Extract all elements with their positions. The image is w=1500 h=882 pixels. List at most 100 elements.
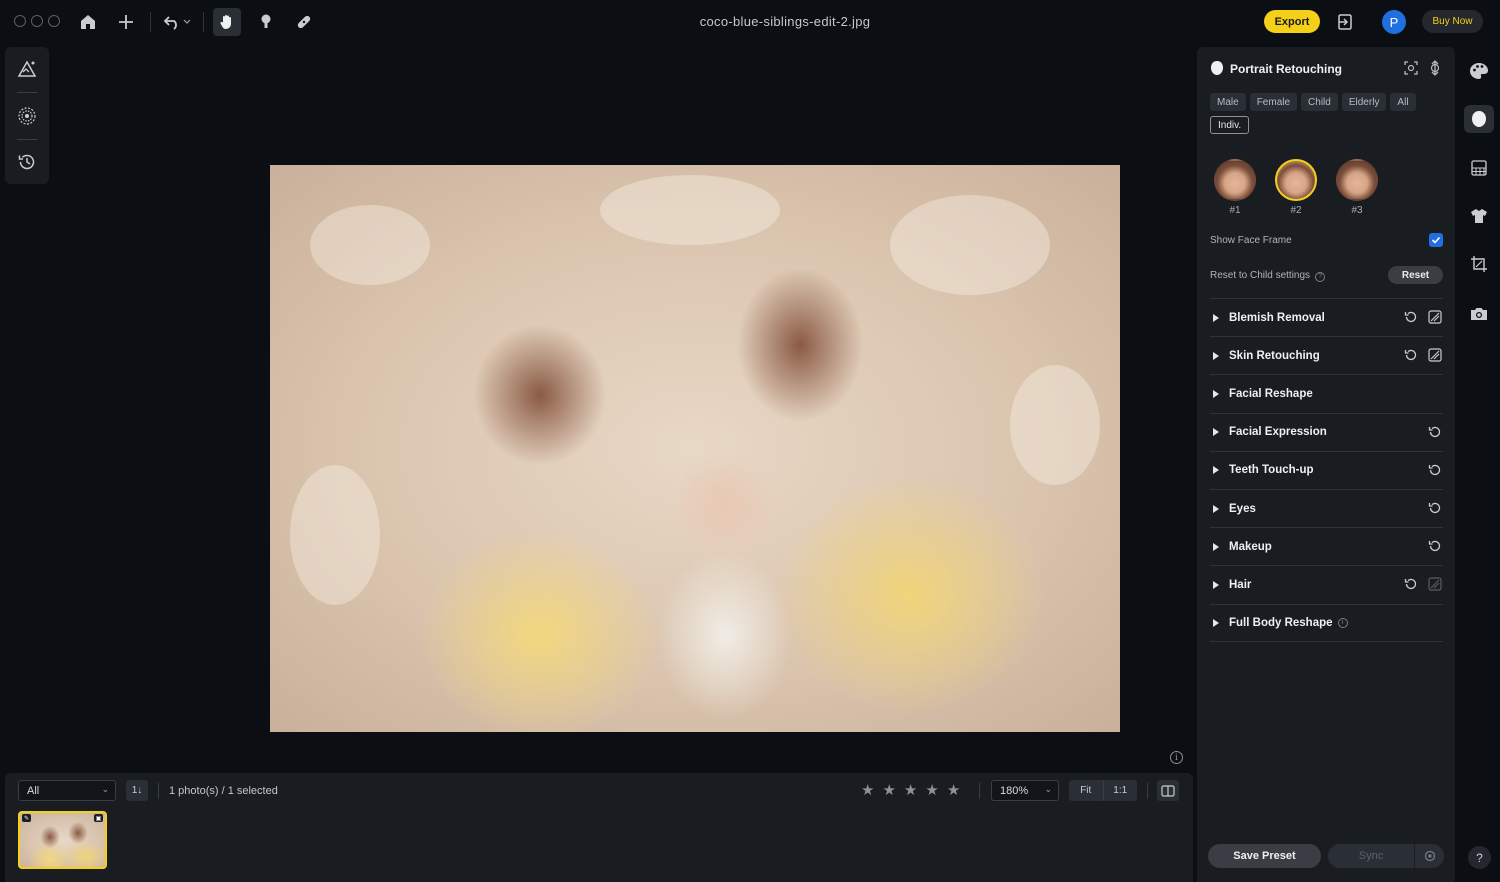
- minimize-window-button[interactable]: [31, 15, 43, 27]
- expand-triangle-icon: [1213, 313, 1219, 322]
- section-full-body-reshape[interactable]: Full Body Reshape i: [1210, 603, 1443, 642]
- texture-icon[interactable]: [16, 105, 38, 127]
- file-name-title: coco-blue-siblings-edit-2.jpg: [699, 14, 871, 29]
- section-skin-retouching[interactable]: Skin Retouching: [1210, 336, 1443, 374]
- section-label: Hair: [1229, 578, 1252, 591]
- face-detect-icon[interactable]: [1403, 60, 1419, 76]
- sync-button: Sync: [1358, 850, 1384, 862]
- adjust-icon[interactable]: [16, 58, 38, 80]
- history-icon[interactable]: [16, 151, 38, 173]
- show-face-frame-label: Show Face Frame: [1210, 235, 1292, 246]
- export-button[interactable]: Export: [1264, 10, 1320, 33]
- check-icon: [1431, 236, 1441, 244]
- section-label: Skin Retouching: [1229, 349, 1320, 362]
- shirt-icon[interactable]: [1467, 204, 1491, 228]
- face-thumbnail-2[interactable]: #2: [1275, 159, 1317, 216]
- bottom-divider: [158, 783, 159, 799]
- section-facial-reshape[interactable]: Facial Reshape: [1210, 374, 1443, 412]
- sync-settings-icon[interactable]: [1414, 844, 1444, 868]
- reset-button[interactable]: Reset: [1388, 266, 1443, 284]
- photo-canvas[interactable]: [270, 165, 1120, 732]
- chip-all[interactable]: All: [1390, 93, 1416, 111]
- face-thumbnail-1[interactable]: #1: [1214, 159, 1256, 216]
- add-icon[interactable]: [114, 10, 138, 34]
- bandage-icon[interactable]: [292, 10, 316, 34]
- help-circle-icon[interactable]: ?: [1315, 271, 1326, 282]
- reset-icon[interactable]: [1427, 424, 1443, 440]
- section-hair[interactable]: Hair: [1210, 565, 1443, 603]
- stamp-icon[interactable]: [254, 10, 278, 34]
- chip-individual[interactable]: Indiv.: [1210, 116, 1250, 134]
- one-to-one-button[interactable]: 1:1: [1102, 780, 1138, 801]
- grid-icon[interactable]: [1467, 156, 1491, 180]
- save-preset-button[interactable]: Save Preset: [1208, 844, 1321, 868]
- eraser-icon[interactable]: [1427, 309, 1443, 325]
- section-blemish-removal[interactable]: Blemish Removal: [1210, 298, 1443, 336]
- filmstrip-bar: All ⌄ 1↓ 1 photo(s) / 1 selected ★ ★ ★ ★…: [5, 773, 1193, 882]
- section-label: Blemish Removal: [1229, 311, 1325, 324]
- palette-icon[interactable]: [1467, 59, 1491, 83]
- bottom-divider: [1147, 783, 1148, 799]
- image-info-icon[interactable]: i: [1170, 751, 1183, 764]
- section-label: Makeup: [1229, 540, 1272, 553]
- rating-stars: ★ ★ ★ ★ ★: [861, 782, 960, 798]
- split-view-icon: [1161, 784, 1175, 797]
- photo-texture: [890, 195, 1050, 295]
- adjust-order-icon[interactable]: [1427, 60, 1443, 76]
- photo-thumbnail[interactable]: ✎ ▣: [18, 811, 107, 869]
- star-icon[interactable]: ★: [904, 782, 917, 798]
- star-icon[interactable]: ★: [925, 782, 938, 798]
- home-icon[interactable]: [76, 10, 100, 34]
- face-label: #1: [1229, 205, 1241, 216]
- share-icon[interactable]: [1333, 10, 1357, 34]
- chip-male[interactable]: Male: [1210, 93, 1246, 111]
- info-circle-icon[interactable]: i: [1337, 617, 1348, 628]
- eraser-icon[interactable]: [1427, 347, 1443, 363]
- avatar[interactable]: P: [1382, 10, 1406, 34]
- hand-icon[interactable]: [213, 8, 241, 36]
- show-face-frame-checkbox[interactable]: [1429, 233, 1443, 247]
- zoom-window-button[interactable]: [48, 15, 60, 27]
- reset-icon[interactable]: [1403, 347, 1419, 363]
- section-eyes[interactable]: Eyes: [1210, 488, 1443, 527]
- section-label: Eyes: [1229, 502, 1256, 515]
- fit-button[interactable]: Fit: [1069, 780, 1103, 801]
- chip-child[interactable]: Child: [1301, 93, 1338, 111]
- left-toolbar-divider: [17, 92, 37, 93]
- zoom-dropdown[interactable]: 180% ⌄: [991, 780, 1059, 801]
- reset-icon[interactable]: [1403, 309, 1419, 325]
- buy-now-button[interactable]: Buy Now: [1422, 10, 1483, 33]
- help-button[interactable]: ?: [1468, 846, 1491, 869]
- reset-icon[interactable]: [1427, 538, 1443, 554]
- reset-icon[interactable]: [1427, 500, 1443, 516]
- section-facial-expression[interactable]: Facial Expression: [1210, 412, 1443, 451]
- section-label: Facial Reshape: [1229, 387, 1313, 400]
- star-icon[interactable]: ★: [947, 782, 960, 798]
- compare-view-button[interactable]: [1157, 780, 1179, 801]
- face-thumbnail-3[interactable]: #3: [1336, 159, 1378, 216]
- face-icon[interactable]: [1464, 105, 1494, 133]
- section-makeup[interactable]: Makeup: [1210, 527, 1443, 565]
- reset-icon[interactable]: [1427, 462, 1443, 478]
- bottom-divider: [979, 783, 980, 799]
- app-window: coco-blue-siblings-edit-2.jpg Export P B…: [0, 0, 1500, 882]
- filter-dropdown[interactable]: All ⌄: [18, 780, 116, 801]
- reset-icon[interactable]: [1403, 576, 1419, 592]
- expand-triangle-icon: [1213, 389, 1219, 398]
- undo-history-chevron-icon[interactable]: [180, 10, 194, 34]
- sort-button[interactable]: 1↓: [126, 780, 148, 801]
- crop-icon[interactable]: [1467, 252, 1491, 276]
- star-icon[interactable]: ★: [882, 782, 895, 798]
- subject-type-chips: Male Female Child Elderly All Indiv.: [1210, 93, 1442, 134]
- close-window-button[interactable]: [14, 15, 26, 27]
- chevron-down-icon: ⌄: [1044, 784, 1052, 794]
- face-avatar: [1336, 159, 1378, 201]
- chip-female[interactable]: Female: [1249, 93, 1298, 111]
- chevron-down-icon: ⌄: [101, 784, 109, 794]
- section-teeth-touch-up[interactable]: Teeth Touch-up: [1210, 450, 1443, 489]
- left-toolbar: [5, 47, 49, 184]
- chip-elderly[interactable]: Elderly: [1341, 93, 1387, 111]
- star-icon[interactable]: ★: [861, 782, 874, 798]
- filter-value: All: [27, 785, 40, 797]
- camera-icon[interactable]: [1467, 302, 1491, 326]
